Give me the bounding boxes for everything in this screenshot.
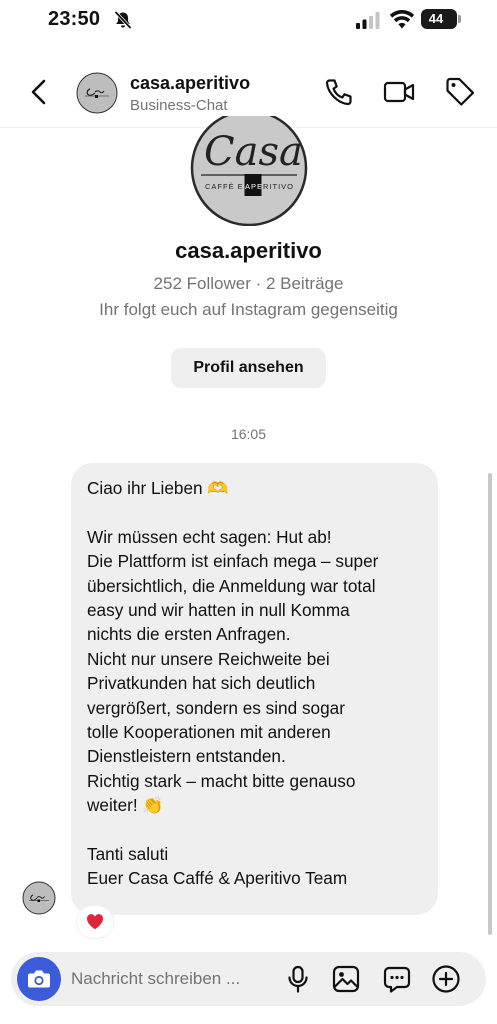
status-time: 23:50 <box>48 8 101 30</box>
message-line: Privatkunden hat sich deutlich <box>87 673 316 694</box>
heart-reaction[interactable] <box>77 906 113 938</box>
more-options-button[interactable] <box>429 962 463 996</box>
header-avatar[interactable] <box>76 72 118 114</box>
logo-script-text: Casa <box>204 129 303 175</box>
message-line: Richtig stark – macht bitte genauso <box>87 770 356 791</box>
message-line: Dienstleistern entstanden. <box>87 746 286 767</box>
chat-header: casa.aperitivo Business-Chat <box>0 60 497 124</box>
battery-icon: 44 <box>421 9 461 29</box>
heart-icon <box>86 914 104 930</box>
view-profile-button[interactable]: Profil ansehen <box>171 348 326 388</box>
profile-mutual-follow: Ihr folgt euch auf Instagram gegenseitig <box>99 300 398 319</box>
back-icon <box>31 79 46 105</box>
profile-name: casa.aperitivo <box>175 238 322 263</box>
message-line: Wir müssen echt sagen: Hut ab! <box>87 526 332 547</box>
message-line: weiter! 👏 <box>87 795 164 816</box>
message-input[interactable] <box>71 967 276 991</box>
message-line: Die Plattform ist einfach mega – super <box>87 551 379 572</box>
sticker-button[interactable] <box>380 962 414 996</box>
battery-cap <box>458 15 461 23</box>
logo-tagline-left: CAFFÈ E <box>205 182 244 191</box>
message-bubble[interactable]: Ciao ihr Lieben 🫶 Wir müssen echt sagen:… <box>71 463 438 915</box>
sender-avatar[interactable] <box>22 881 56 915</box>
message-line: vergrößert, sondern es sind sogar <box>87 697 345 718</box>
message-timestamp: 16:05 <box>230 426 267 442</box>
logo-tagline-highlight: APE <box>245 182 263 191</box>
chat-subtitle: Business-Chat <box>130 97 228 114</box>
tag-icon <box>446 77 475 106</box>
plus-icon <box>432 965 460 993</box>
back-button[interactable] <box>22 74 58 110</box>
status-bar: 23:50 44 <box>0 0 497 44</box>
gallery-button[interactable] <box>329 962 363 996</box>
gallery-icon <box>332 965 360 993</box>
logo-tagline-right: RITIVO <box>263 182 294 191</box>
message-line: Ciao ihr Lieben 🫶 <box>87 478 229 498</box>
message-line: Tanti saluti <box>87 844 169 865</box>
message-line: easy und wir hatten in null Komma <box>87 600 350 621</box>
bell-off-icon <box>113 10 133 30</box>
chat-title[interactable]: casa.aperitivo <box>130 73 250 94</box>
label-button[interactable] <box>442 74 478 110</box>
wifi-icon <box>389 9 415 29</box>
voice-call-button[interactable] <box>321 74 357 110</box>
profile-logo[interactable]: Casa CAFFÈ E APE RITIVO <box>190 116 308 226</box>
message-composer <box>11 952 486 1006</box>
message-line: Nicht nur unsere Reichweite bei <box>87 648 330 669</box>
video-camera-icon <box>383 81 415 103</box>
message-line: nichts die ersten Anfragen. <box>87 624 291 645</box>
battery-level: 44 <box>428 11 444 26</box>
microphone-icon <box>288 965 308 993</box>
scrollbar[interactable] <box>488 473 492 935</box>
sticker-icon <box>383 966 411 993</box>
cellular-signal-icon <box>355 11 381 29</box>
phone-icon <box>325 79 352 106</box>
message-line: übersichtlich, die Anmeldung war total <box>87 575 376 596</box>
chat-screen: 23:50 44 casa.aperitivo Business-Chat Ca… <box>0 0 497 1024</box>
message-line: Euer Casa Caffé & Aperitivo Team <box>87 868 348 889</box>
camera-icon <box>28 970 50 988</box>
camera-button[interactable] <box>17 957 61 1001</box>
profile-stats: 252 Follower · 2 Beiträge <box>153 274 344 293</box>
video-call-button[interactable] <box>381 74 417 110</box>
message-line: tolle Kooperationen mit anderen <box>87 722 331 743</box>
voice-message-button[interactable] <box>281 962 315 996</box>
